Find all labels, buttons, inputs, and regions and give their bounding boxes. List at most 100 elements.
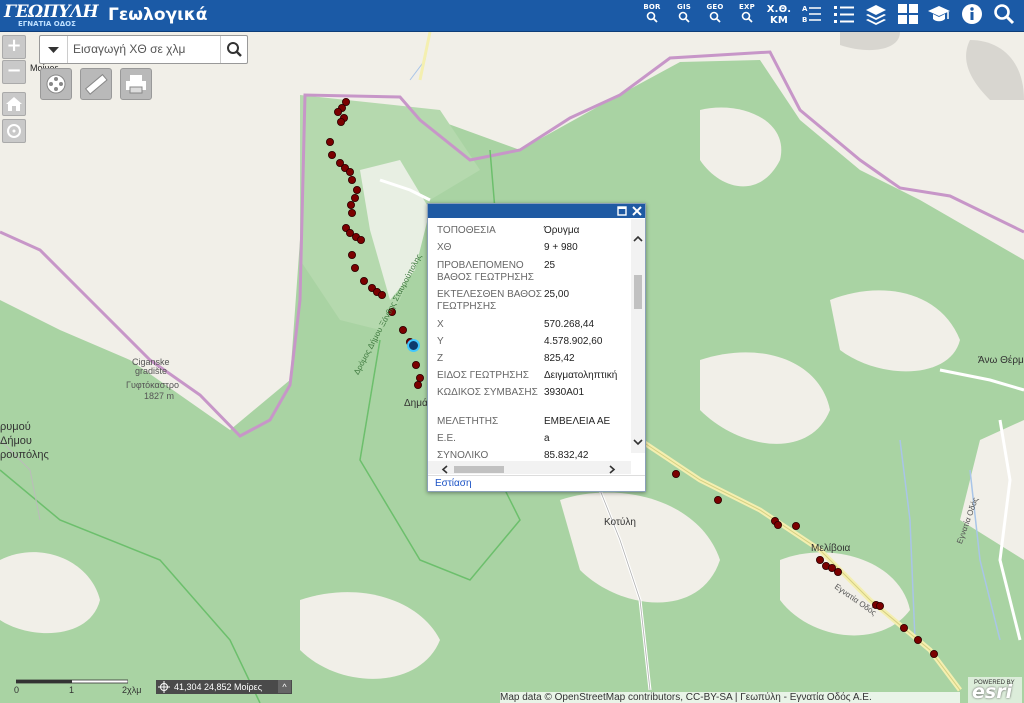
attribute-key: ΣΥΝΟΛΙΚΟ bbox=[437, 450, 489, 461]
tool-label: EXP bbox=[739, 3, 755, 11]
printer-icon bbox=[126, 75, 146, 94]
attribute-value: 25 bbox=[544, 260, 556, 271]
search-button[interactable] bbox=[992, 3, 1016, 29]
search-dropdown-button[interactable] bbox=[40, 36, 68, 63]
chevron-down-icon bbox=[48, 47, 59, 53]
borehole-marker[interactable] bbox=[774, 521, 783, 530]
borehole-marker[interactable] bbox=[336, 118, 345, 127]
esri-logo[interactable]: POWERED BY esri bbox=[968, 677, 1022, 703]
attribute-key: Y bbox=[437, 336, 444, 347]
tutorial-button[interactable] bbox=[927, 3, 951, 29]
attribute-value: Δειγματοληπτική bbox=[544, 370, 618, 381]
borehole-marker[interactable] bbox=[876, 602, 885, 611]
selected-borehole-marker[interactable] bbox=[407, 339, 420, 352]
exp-search-button[interactable]: EXP bbox=[735, 3, 759, 29]
chainage-button[interactable]: Χ.Θ. ΚΜ bbox=[764, 4, 794, 30]
borehole-marker[interactable] bbox=[350, 193, 359, 202]
info-icon bbox=[962, 4, 982, 24]
crosshair-icon[interactable] bbox=[158, 681, 170, 693]
borehole-marker[interactable] bbox=[714, 495, 723, 504]
borehole-marker[interactable] bbox=[350, 263, 359, 272]
borehole-marker[interactable] bbox=[792, 522, 801, 531]
scalebar-tick: 1 bbox=[69, 685, 75, 695]
search-icon bbox=[646, 11, 658, 23]
attribute-key: ΧΘ bbox=[437, 242, 452, 253]
geo-search-button[interactable]: GEO bbox=[703, 3, 727, 29]
borehole-marker[interactable] bbox=[413, 380, 422, 389]
info-button[interactable] bbox=[960, 3, 984, 29]
attribute-key: X bbox=[437, 319, 444, 330]
chainage-search-box bbox=[39, 35, 248, 64]
borehole-marker[interactable] bbox=[411, 360, 420, 369]
attribute-value: a bbox=[544, 433, 550, 444]
zoom-in-button[interactable]: + bbox=[2, 35, 26, 59]
coordinates-text: 41,304 24,852 Μοίρες bbox=[174, 682, 263, 692]
print-button[interactable] bbox=[120, 68, 152, 100]
borehole-marker[interactable] bbox=[346, 200, 355, 209]
coordinates-toggle[interactable]: ^ bbox=[278, 680, 291, 693]
tool-label: GEO bbox=[706, 3, 724, 11]
bor-search-button[interactable]: BOR bbox=[640, 3, 664, 29]
chainage-search-input[interactable] bbox=[73, 38, 213, 60]
maximize-icon[interactable] bbox=[617, 206, 627, 216]
popup-footer: Εστίαση bbox=[428, 475, 645, 492]
popup-vertical-scrollbar[interactable] bbox=[631, 219, 645, 453]
coordinates-readout: 41,304 24,852 Μοίρες ^ bbox=[156, 680, 292, 694]
measure-distance-button[interactable] bbox=[80, 68, 112, 100]
map-attribution[interactable]: Map data © OpenStreetMap contributors, C… bbox=[500, 692, 960, 703]
feature-info-popup: ΤΟΠΟΘΕΣΙΑ Όρυγμα ΧΘ 9 + 980 ΠΡΟΒΛΕΠΟΜΕΝΟ Β… bbox=[427, 203, 646, 492]
list-icon bbox=[834, 6, 854, 23]
search-submit-button[interactable] bbox=[220, 36, 247, 63]
attribute-value: 570.268,44 bbox=[544, 319, 595, 330]
village-label: Κοτύλη bbox=[604, 517, 636, 528]
svg-text:B: B bbox=[802, 16, 807, 24]
borehole-marker[interactable] bbox=[325, 137, 334, 146]
attribute-key: Z bbox=[437, 353, 444, 364]
borehole-marker[interactable] bbox=[352, 185, 361, 194]
borehole-marker[interactable] bbox=[345, 167, 354, 176]
zoom-to-feature-link[interactable]: Εστίαση bbox=[435, 477, 472, 491]
attribute-sort-button[interactable]: AB bbox=[800, 3, 824, 29]
borehole-marker[interactable] bbox=[333, 108, 342, 117]
attribute-key: ΚΩΔΙΚΟΣ ΣΥΜΒΑΣΗΣ bbox=[437, 387, 538, 398]
borehole-marker[interactable] bbox=[398, 325, 407, 334]
gis-search-button[interactable]: GIS bbox=[672, 3, 696, 29]
peak-elevation-label: 1827 m bbox=[144, 391, 175, 401]
borehole-marker[interactable] bbox=[672, 469, 681, 478]
borehole-marker[interactable] bbox=[900, 624, 909, 633]
attribute-key: ΠΡΟΒΛΕΠΟΜΕΝΟ ΒΑΘΟΣ ΓΕΩΤΡΗΣΗΣ bbox=[437, 260, 534, 283]
borehole-marker[interactable] bbox=[359, 276, 368, 285]
attribute-value: 3930Α01 bbox=[544, 387, 585, 398]
borehole-marker[interactable] bbox=[347, 208, 356, 217]
borehole-marker[interactable] bbox=[347, 250, 356, 259]
borehole-marker[interactable] bbox=[377, 290, 386, 299]
borehole-marker[interactable] bbox=[930, 650, 939, 659]
borehole-marker[interactable] bbox=[327, 150, 336, 159]
close-icon[interactable] bbox=[632, 206, 642, 216]
list-button[interactable] bbox=[832, 3, 856, 29]
logo-text: ΓΕΩΠΥΛΗ bbox=[4, 2, 99, 22]
layers-button[interactable] bbox=[864, 3, 888, 29]
chainage-icon: Χ.Θ. ΚΜ bbox=[766, 4, 792, 26]
zoom-out-button[interactable]: − bbox=[2, 60, 26, 84]
locate-icon bbox=[7, 124, 21, 138]
borehole-marker[interactable] bbox=[834, 568, 843, 577]
municipality-label: ρυμού bbox=[0, 421, 31, 433]
home-button[interactable] bbox=[2, 92, 26, 116]
popup-horizontal-scrollbar[interactable] bbox=[428, 461, 631, 474]
home-icon bbox=[6, 97, 22, 111]
logo-subtext: ΕΓΝΑΤΙΑ ΟΔΟΣ bbox=[18, 20, 76, 28]
borehole-marker[interactable] bbox=[347, 175, 356, 184]
search-icon bbox=[709, 11, 721, 23]
locate-button[interactable] bbox=[2, 119, 26, 143]
grid-button[interactable] bbox=[896, 3, 920, 29]
attribute-key: ΜΕΛΕΤΗΤΗΣ bbox=[437, 416, 499, 427]
borehole-marker[interactable] bbox=[914, 636, 923, 645]
geopyli-logo[interactable]: ΓΕΩΠΥΛΗ ΕΓΝΑΤΙΑ ΟΔΟΣ bbox=[4, 3, 100, 29]
search-icon bbox=[994, 4, 1015, 25]
popup-attribute-list[interactable]: ΤΟΠΟΘΕΣΙΑ Όρυγμα ΧΘ 9 + 980 ΠΡΟΒΛΕΠΟΜΕΝΟ Β… bbox=[428, 219, 630, 461]
borehole-marker[interactable] bbox=[415, 373, 424, 382]
borehole-marker[interactable] bbox=[356, 235, 365, 244]
measure-area-button[interactable] bbox=[40, 68, 72, 100]
borehole-marker[interactable] bbox=[816, 556, 825, 565]
